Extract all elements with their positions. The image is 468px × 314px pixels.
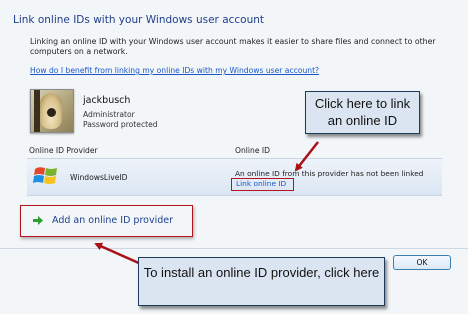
dialog-title: Link online IDs with your Windows user a… (13, 14, 265, 26)
link-status-text: An online ID from this provider has not … (235, 169, 424, 178)
user-name: jackbusch (83, 95, 131, 106)
callout-link-online-id: Click here to link an online ID (305, 91, 420, 134)
add-provider-link[interactable]: Add an online ID provider (52, 215, 173, 226)
user-avatar (30, 89, 74, 133)
column-header-online-id: Online ID (235, 146, 270, 155)
column-header-provider: Online ID Provider (29, 146, 98, 155)
callout-install-provider: To install an online ID provider, click … (138, 257, 385, 306)
user-role: Administrator (83, 110, 135, 119)
help-link[interactable]: How do I benefit from linking my online … (30, 66, 319, 75)
link-highlight-box (231, 178, 294, 191)
footer-divider (0, 248, 468, 249)
intro-text: Linking an online ID with your Windows u… (30, 37, 436, 56)
green-arrow-icon (33, 216, 43, 225)
ok-button[interactable]: OK (393, 255, 451, 270)
windows-logo-icon (33, 167, 57, 184)
guitar-soundhole (47, 108, 56, 117)
provider-name: WindowsLiveID (70, 173, 128, 182)
user-password-status: Password protected (83, 120, 158, 129)
